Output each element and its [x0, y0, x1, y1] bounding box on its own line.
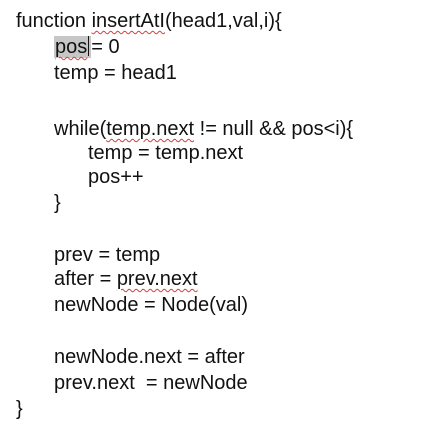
code-line-function-signature: function insertAtI(head1,val,i){ [16, 8, 282, 34]
selected-text-pos[interactable]: pos [54, 36, 92, 58]
text-caret [88, 36, 90, 56]
misspelled-prev-next: prev.next [116, 268, 198, 290]
keyword-function: function [16, 10, 92, 32]
code-line-newnode-next: newNode.next = after [54, 346, 245, 368]
function-args: (head1,val,i){ [164, 10, 282, 32]
code-line-newnode: newNode = Node(val) [54, 294, 248, 316]
misspelled-temp-next: temp.next [106, 118, 195, 140]
code-line-while-close: } [54, 192, 61, 214]
code-line-temp-advance: temp = temp.next [88, 142, 244, 164]
pos-init-rest: = 0 [91, 36, 120, 58]
code-line-temp-init: temp = head1 [54, 62, 177, 84]
code-line-prev-next: prev.next = newNode [54, 372, 248, 394]
code-editor[interactable]: function insertAtI(head1,val,i){ pos = 0 … [0, 0, 422, 440]
code-line-pos-init: pos = 0 [54, 34, 120, 60]
function-name: insertAtI [91, 10, 165, 32]
code-line-prev: prev = temp [54, 244, 161, 266]
code-line-function-close: } [16, 398, 23, 420]
code-line-pos-increment: pos++ [88, 166, 144, 188]
code-line-while: while(temp.next != null && pos<i){ [54, 118, 354, 140]
code-line-after: after = prev.next [54, 268, 198, 290]
